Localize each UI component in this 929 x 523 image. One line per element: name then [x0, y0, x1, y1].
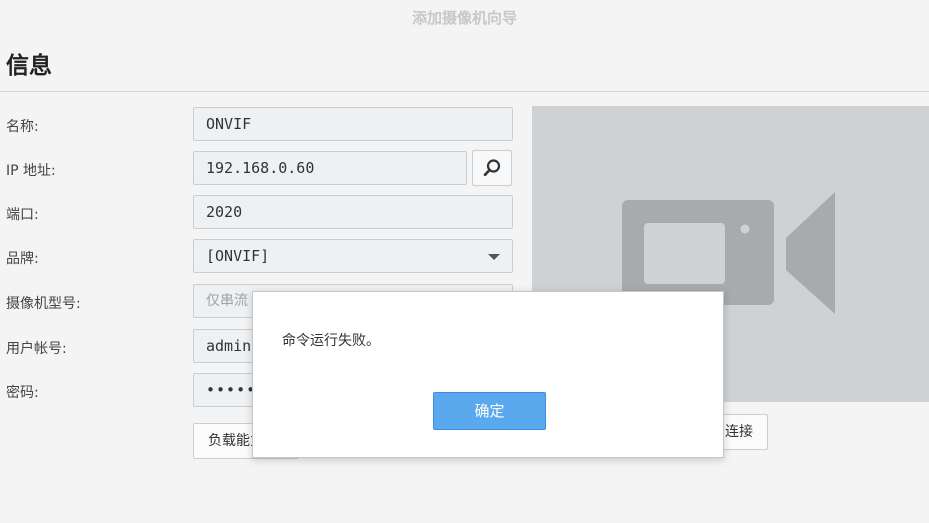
port-label: 端口: — [6, 207, 39, 223]
model-label: 摄像机型号: — [6, 296, 81, 312]
error-dialog: 命令运行失败。 确定 — [252, 291, 724, 458]
ok-button[interactable]: 确定 — [433, 392, 546, 430]
section-title: 信息 — [6, 53, 52, 79]
search-button[interactable] — [472, 150, 512, 186]
search-icon — [483, 159, 501, 177]
name-label: 名称: — [6, 119, 39, 135]
brand-label: 品牌: — [6, 251, 39, 267]
error-message: 命令运行失败。 — [282, 333, 380, 349]
section-divider — [0, 91, 929, 92]
password-label: 密码: — [6, 385, 39, 401]
brand-select[interactable]: [ONVIF] — [193, 239, 513, 273]
ip-label: IP 地址: — [6, 163, 56, 179]
wizard-title: 添加摄像机向导 — [411, 9, 517, 27]
port-input[interactable]: 2020 — [193, 195, 513, 229]
name-input[interactable]: ONVIF — [193, 107, 513, 141]
ip-input[interactable]: 192.168.0.60 — [193, 151, 467, 185]
chevron-down-icon — [488, 254, 500, 260]
brand-select-value: [ONVIF] — [206, 247, 270, 265]
username-label: 用户帐号: — [6, 341, 67, 357]
